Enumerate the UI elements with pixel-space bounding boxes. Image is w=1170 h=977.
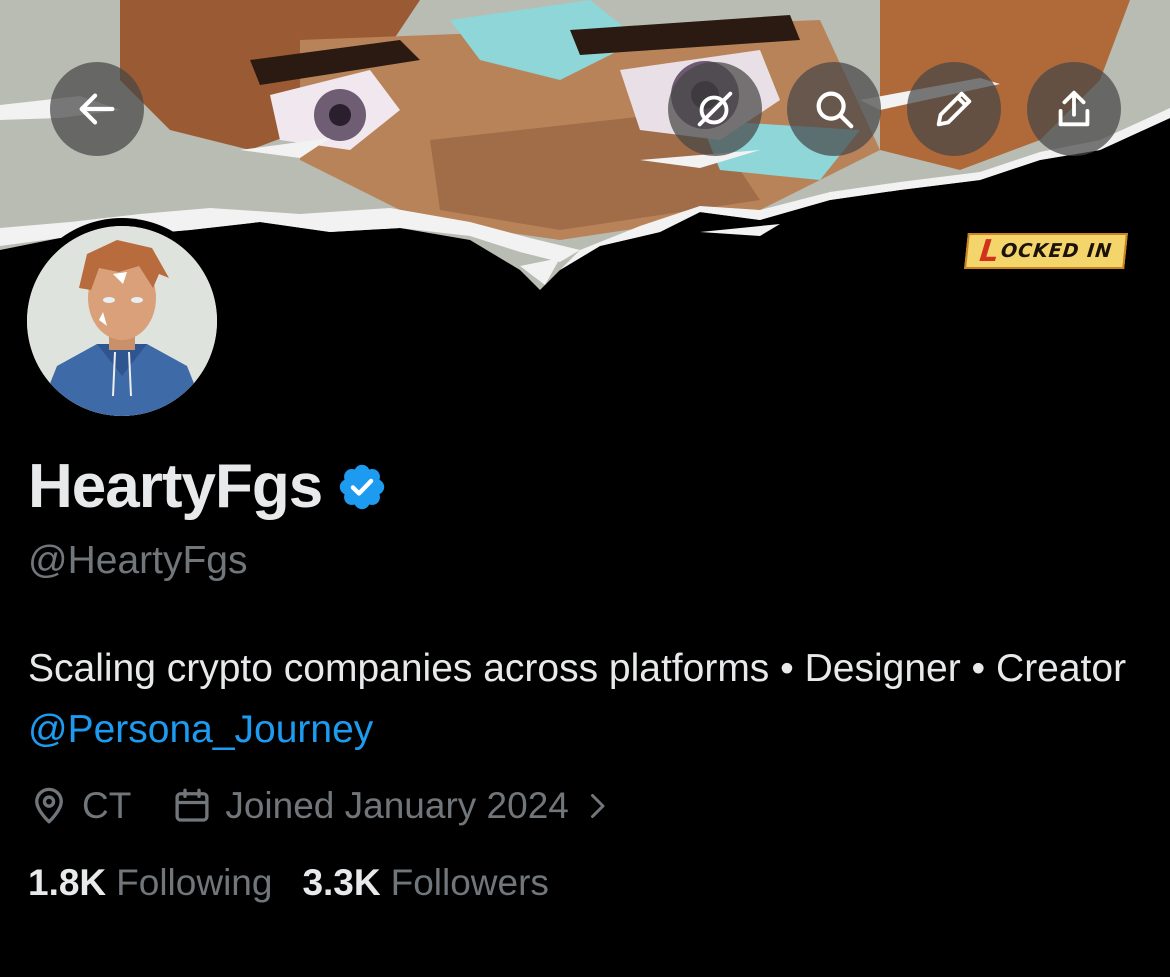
followers-link[interactable]: 3.3K Followers <box>302 862 548 904</box>
profile-handle: @HeartyFgs <box>28 539 248 582</box>
search-icon <box>816 91 854 129</box>
profile-meta: CT Joined January 2024 <box>28 778 615 834</box>
followers-label: Followers <box>390 862 549 903</box>
following-count: 1.8K <box>28 862 107 903</box>
chevron-right-icon <box>590 794 605 818</box>
avatar-image <box>27 226 217 416</box>
location-pin-icon <box>35 787 63 824</box>
joined-item[interactable]: Joined January 2024 <box>171 785 615 827</box>
followers-count: 3.3K <box>302 862 381 903</box>
locked-in-sticker: L OCKED IN <box>964 233 1128 269</box>
bio-mention-link[interactable]: @Persona_Journey <box>28 708 373 751</box>
edit-button[interactable] <box>907 62 1001 156</box>
name-row: HeartyFgs <box>28 456 388 518</box>
following-label: Following <box>116 862 273 903</box>
location-text: CT <box>82 785 132 826</box>
pencil-icon <box>936 91 972 127</box>
grok-button[interactable] <box>668 62 762 156</box>
profile-avatar[interactable] <box>19 218 225 424</box>
share-icon <box>1058 90 1090 127</box>
following-link[interactable]: 1.8K Following <box>28 862 272 904</box>
share-button[interactable] <box>1027 62 1121 156</box>
display-name: HeartyFgs <box>28 452 323 521</box>
arrow-left-icon <box>79 93 115 125</box>
search-button[interactable] <box>787 62 881 156</box>
profile-stats: 1.8K Following 3.3K Followers <box>28 862 549 904</box>
back-button[interactable] <box>50 62 144 156</box>
profile-bio: Scaling crypto companies across platform… <box>28 638 1148 760</box>
location-item: CT <box>28 785 131 827</box>
joined-text: Joined January 2024 <box>225 785 569 826</box>
bio-text: Scaling crypto companies across platform… <box>28 647 1127 690</box>
calendar-icon <box>175 788 209 822</box>
grok-icon <box>697 91 733 127</box>
verified-badge-icon[interactable] <box>336 461 388 513</box>
